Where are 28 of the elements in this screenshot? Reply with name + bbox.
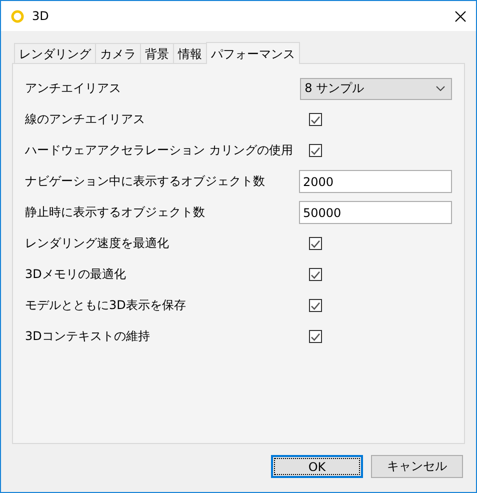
setting-label: 線のアンチエイリアス — [25, 111, 146, 128]
setting-label: ハードウェアアクセラレーション カリングの使用 — [25, 142, 294, 159]
dialog-button[interactable]: OK — [271, 455, 363, 478]
number-field[interactable]: 2000 — [299, 170, 452, 193]
close-icon[interactable] — [455, 10, 466, 22]
setting-label: 静止時に表示するオブジェクト数 — [25, 204, 206, 221]
checkbox[interactable] — [309, 330, 322, 343]
tab[interactable]: 背景 — [140, 43, 174, 63]
ring-icon — [11, 10, 24, 22]
chevron-down-icon — [436, 86, 445, 91]
dropdown[interactable]: 8 サンプル — [300, 78, 452, 100]
checkbox[interactable] — [309, 268, 322, 281]
dialog-button[interactable]: キャンセル — [371, 455, 463, 478]
number-field[interactable]: 50000 — [299, 201, 452, 224]
tab[interactable]: 情報 — [173, 43, 207, 63]
checkbox[interactable] — [309, 299, 322, 312]
setting-label: 3Dメモリの最適化 — [25, 266, 127, 283]
setting-label: 3Dコンテキストの維持 — [25, 328, 151, 345]
setting-label: アンチエイリアス — [25, 80, 122, 97]
tab[interactable]: レンダリング — [14, 43, 96, 63]
checkbox[interactable] — [309, 144, 322, 157]
checkbox[interactable] — [309, 237, 322, 250]
window-title: 3D — [32, 9, 50, 23]
checkbox[interactable] — [309, 113, 322, 126]
setting-label: ナビゲーション中に表示するオブジェクト数 — [25, 173, 266, 190]
setting-label: レンダリング速度を最適化 — [25, 235, 170, 252]
tab[interactable]: パフォーマンス — [206, 42, 300, 64]
setting-label: モデルとともに3D表示を保存 — [25, 297, 187, 314]
